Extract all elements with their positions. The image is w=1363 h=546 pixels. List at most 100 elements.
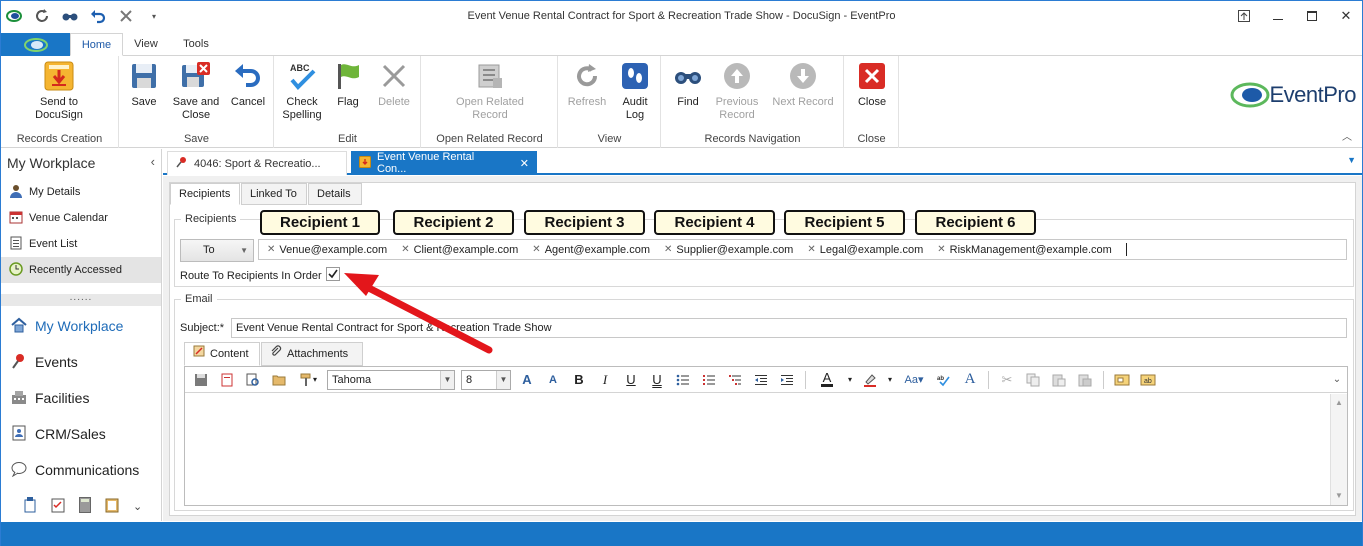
copy-icon[interactable] xyxy=(1023,370,1043,390)
next-record-button[interactable]: Next Record xyxy=(768,60,838,109)
checklist-icon[interactable] xyxy=(51,497,65,516)
remove-icon[interactable]: ✕ xyxy=(807,244,815,255)
sidebar-item-recently-accessed[interactable]: Recently Accessed xyxy=(1,257,161,283)
remove-icon[interactable]: ✕ xyxy=(532,244,540,255)
find-button[interactable]: Find xyxy=(670,60,706,109)
toolbar-overflow-icon[interactable]: ⌄ xyxy=(1327,370,1347,390)
recipients-field[interactable]: ✕ Venue@example.com ✕ Client@example.com ✕… xyxy=(258,239,1347,260)
save-doc-icon[interactable] xyxy=(191,370,211,390)
tab-attachments[interactable]: Attachments xyxy=(261,342,363,366)
delete-button[interactable]: Delete xyxy=(373,60,415,109)
find-replace-icon[interactable] xyxy=(243,370,263,390)
grow-font-icon[interactable]: A xyxy=(517,370,537,390)
cut-icon[interactable]: ✂ xyxy=(997,370,1017,390)
paste-icon[interactable] xyxy=(1049,370,1069,390)
editor-scrollbar[interactable]: ▲ ▼ xyxy=(1330,394,1347,505)
italic-icon[interactable]: I xyxy=(595,370,615,390)
recipient-chip[interactable]: ✕ RiskManagement@example.com xyxy=(937,244,1112,256)
new-document-icon[interactable] xyxy=(23,497,37,516)
calculator-icon[interactable] xyxy=(79,497,91,516)
bullet-list-icon[interactable] xyxy=(673,370,693,390)
font-name-select[interactable]: Tahoma ▼ xyxy=(327,369,455,390)
previous-record-button[interactable]: Previous Record xyxy=(712,60,762,122)
editor-body[interactable] xyxy=(185,394,1329,505)
cancel-button[interactable]: Cancel xyxy=(228,60,268,109)
spelling-icon[interactable]: ab xyxy=(934,370,954,390)
sidebar-item-event-list[interactable]: Event List xyxy=(1,231,161,257)
close-button[interactable]: Close xyxy=(853,60,891,109)
tab-content[interactable]: Content xyxy=(184,342,260,366)
decrease-indent-icon[interactable] xyxy=(751,370,771,390)
tab-view[interactable]: View xyxy=(125,33,167,56)
flag-button[interactable]: Flag xyxy=(329,60,367,109)
open-related-record-button[interactable]: Open Related Record xyxy=(450,60,530,122)
highlight-dropdown-icon[interactable]: ▾ xyxy=(886,370,894,390)
font-color-icon[interactable]: A xyxy=(814,370,840,390)
bold-icon[interactable]: B xyxy=(569,370,589,390)
recipient-chip[interactable]: ✕ Agent@example.com xyxy=(532,244,650,256)
nav-crm-sales[interactable]: CRM/Sales xyxy=(1,419,161,449)
new-doc-icon[interactable] xyxy=(217,370,237,390)
clipboard-icon[interactable] xyxy=(105,497,119,516)
remove-icon[interactable]: ✕ xyxy=(664,244,672,255)
doc-tab-docusign-contract[interactable]: Event Venue Rental Con... ✕ xyxy=(351,151,537,175)
increase-indent-icon[interactable] xyxy=(777,370,797,390)
subject-input[interactable]: Event Venue Rental Contract for Sport & … xyxy=(231,318,1347,338)
sidebar-splitter[interactable]: ...... xyxy=(1,293,161,306)
highlight-icon[interactable] xyxy=(860,370,880,390)
font-color-dropdown-icon[interactable]: ▾ xyxy=(846,370,854,390)
multilevel-list-icon[interactable] xyxy=(725,370,745,390)
nav-events[interactable]: Events xyxy=(1,347,161,377)
nav-facilities[interactable]: Facilities xyxy=(1,383,161,413)
insert-merge-field-icon[interactable]: ab xyxy=(1138,370,1158,390)
clear-formatting-icon[interactable]: A xyxy=(960,370,980,390)
remove-icon[interactable]: ✕ xyxy=(937,244,945,255)
font-size-select[interactable]: 8 ▼ xyxy=(461,369,511,390)
minimize-icon[interactable] xyxy=(1268,7,1288,25)
recipient-chip[interactable]: ✕ Legal@example.com xyxy=(807,244,923,256)
tab-home[interactable]: Home xyxy=(70,33,123,56)
paste-special-icon[interactable] xyxy=(1075,370,1095,390)
pin-top-icon[interactable] xyxy=(1234,7,1254,25)
save-button[interactable]: Save xyxy=(126,60,162,109)
send-to-docusign-button[interactable]: Send to DocuSign xyxy=(21,60,97,122)
remove-icon[interactable]: ✕ xyxy=(401,244,409,255)
close-icon[interactable]: ✕ xyxy=(1336,7,1356,25)
recipient-chip[interactable]: ✕ Client@example.com xyxy=(401,244,518,256)
sidebar-collapse-icon[interactable]: ‹ xyxy=(151,154,155,169)
file-menu-button[interactable] xyxy=(1,33,70,56)
insert-field-icon[interactable] xyxy=(1112,370,1132,390)
underline-icon[interactable]: U xyxy=(621,370,641,390)
to-dropdown[interactable]: To ▼ xyxy=(180,239,254,262)
numbered-list-icon[interactable] xyxy=(699,370,719,390)
tab-list-dropdown-icon[interactable]: ▼ xyxy=(1347,155,1356,165)
close-tab-icon[interactable]: ✕ xyxy=(520,157,529,170)
tab-details[interactable]: Details xyxy=(308,183,362,205)
tab-recipients[interactable]: Recipients xyxy=(170,183,240,205)
sidebar-item-venue-calendar[interactable]: Venue Calendar xyxy=(1,205,161,231)
more-chevron-icon[interactable]: ⌄ xyxy=(133,500,142,513)
doc-tab-event[interactable]: 4046: Sport & Recreatio... xyxy=(167,151,347,175)
house-icon xyxy=(11,317,27,336)
recipient-chip[interactable]: ✕ Supplier@example.com xyxy=(664,244,793,256)
check-spelling-button[interactable]: ABC Check Spelling xyxy=(281,60,323,122)
refresh-button[interactable]: Refresh xyxy=(565,60,609,109)
open-folder-icon[interactable] xyxy=(269,370,289,390)
save-and-close-button[interactable]: Save and Close xyxy=(168,60,224,122)
maximize-icon[interactable] xyxy=(1302,7,1322,25)
double-underline-icon[interactable]: U xyxy=(647,370,667,390)
tab-linked-to[interactable]: Linked To xyxy=(241,183,307,205)
route-in-order-checkbox[interactable] xyxy=(326,267,340,281)
collapse-ribbon-icon[interactable]: ︿ xyxy=(1342,128,1352,143)
recipient-chip[interactable]: ✕ Venue@example.com xyxy=(267,244,387,256)
tab-tools[interactable]: Tools xyxy=(173,33,219,56)
change-case-icon[interactable]: Aa▾ xyxy=(900,370,928,390)
nav-communications[interactable]: Communications xyxy=(1,455,161,485)
format-painter-icon[interactable]: ▾ xyxy=(295,370,321,390)
audit-log-button[interactable]: Audit Log xyxy=(615,60,655,122)
sidebar-item-my-details[interactable]: My Details xyxy=(1,179,161,205)
shrink-font-icon[interactable]: A xyxy=(543,370,563,390)
remove-icon[interactable]: ✕ xyxy=(267,244,275,255)
sidebar: My Workplace ‹ My Details Venue Calendar… xyxy=(1,149,162,521)
nav-my-workplace[interactable]: My Workplace xyxy=(1,311,161,341)
